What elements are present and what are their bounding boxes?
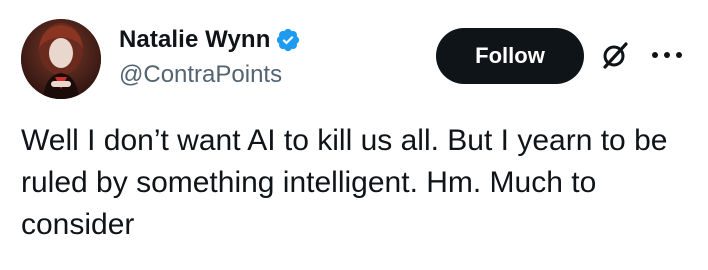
more-icon[interactable] [647, 43, 687, 67]
tweet-text: Well I don’t want AI to kill us all. But… [21, 124, 676, 241]
follow-button[interactable]: Follow [436, 28, 584, 84]
name-row: Natalie Wynn [119, 25, 301, 55]
grok-icon[interactable] [599, 39, 631, 71]
author-identity: Natalie Wynn @ContraPoints [119, 25, 301, 89]
avatar[interactable] [21, 19, 101, 99]
tweet-card: Natalie Wynn @ContraPoints Follow Well I… [0, 0, 708, 270]
verified-badge-icon [275, 27, 301, 53]
tweet-header: Natalie Wynn @ContraPoints Follow [21, 19, 690, 99]
author-handle[interactable]: @ContraPoints [119, 61, 301, 89]
display-name[interactable]: Natalie Wynn [119, 26, 270, 54]
avatar-image [21, 19, 101, 99]
